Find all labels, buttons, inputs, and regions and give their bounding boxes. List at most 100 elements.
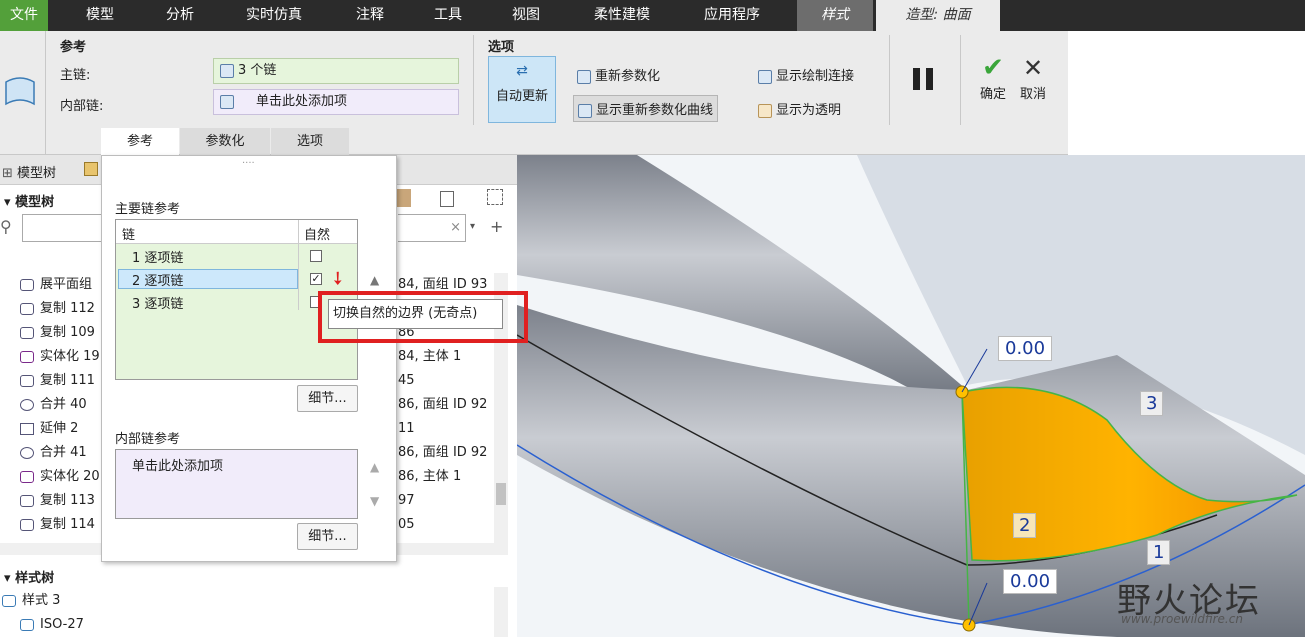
menu-flexible[interactable]: 柔性建模 xyxy=(580,0,664,31)
model-tree-tab-label: 模型树 xyxy=(17,166,57,181)
natural-checkbox-1[interactable] xyxy=(310,250,322,262)
tooltip: 切换自然的边界 (无奇点) xyxy=(328,299,503,329)
col-chain-header: 链 xyxy=(122,228,136,243)
show-draw-connect-label: 显示绘制连接 xyxy=(776,69,855,84)
tree-item[interactable]: 复制 113 xyxy=(0,489,95,513)
tree-item-detail: 84, 主体 1 xyxy=(398,349,462,364)
model-tree-tab[interactable]: ⊞ 模型树 xyxy=(2,162,56,181)
surface-feature-icon xyxy=(5,77,35,106)
menu-style[interactable]: 样式 xyxy=(797,0,873,31)
tree-icon: ⊞ xyxy=(2,166,18,181)
style-tree-scrollbar[interactable] xyxy=(494,587,508,637)
chain-row-1[interactable]: 1 逐项链 xyxy=(132,247,183,266)
menu-apps[interactable]: 应用程序 xyxy=(690,0,774,31)
tree-item[interactable]: 复制 111 xyxy=(0,369,95,393)
chain-label-1[interactable]: 1 xyxy=(1147,540,1171,565)
clear-icon[interactable]: × xyxy=(450,220,461,235)
tree-columns-icon[interactable] xyxy=(487,189,503,205)
tree-item[interactable]: 合并 41 xyxy=(0,441,87,465)
inner-chain-value: 单击此处添加项 xyxy=(256,94,348,109)
tree-item-detail: 11 xyxy=(398,421,415,436)
ok-button[interactable]: ✔ 确定 xyxy=(975,53,1011,108)
filter-icon[interactable]: ⚲ xyxy=(0,217,12,236)
style-tree-header-label: 样式树 xyxy=(15,571,55,586)
tree-item[interactable]: 复制 112 xyxy=(0,297,95,321)
show-reparam-curves-button[interactable]: 显示重新参数化曲线 xyxy=(573,95,719,122)
inner-chain-label: 内部链: xyxy=(60,99,104,114)
collapse-icon[interactable]: ▾ xyxy=(4,571,15,586)
menu-model[interactable]: 模型 xyxy=(70,0,130,31)
inner-chain-placeholder: 单击此处添加项 xyxy=(132,459,224,474)
inner-chain-collector-panel[interactable]: 单击此处添加项 xyxy=(115,449,358,519)
menu-analysis[interactable]: 分析 xyxy=(150,0,210,31)
dropdown-icon[interactable]: ▾ xyxy=(470,221,475,232)
tree-item-label: 复制 114 xyxy=(40,517,95,532)
tree-item-detail: 86, 面组 ID 92 xyxy=(398,445,488,460)
tree-item[interactable]: 展平面组 xyxy=(0,273,92,297)
tree-item-detail: 86, 主体 1 xyxy=(398,469,462,484)
tab-parameterization[interactable]: 参数化 xyxy=(180,128,270,155)
graphics-viewport[interactable]: 0.00 0.00 3 2 1 野火论坛 www.proewildfire.cn xyxy=(517,155,1305,637)
copy-icon xyxy=(20,374,34,387)
col-natural-header: 自然 xyxy=(304,228,331,243)
menu-simulation[interactable]: 实时仿真 xyxy=(234,0,314,31)
chain-label-2[interactable]: 2 xyxy=(1013,513,1037,538)
menu-surface-active-tab[interactable]: 造型: 曲面 xyxy=(876,0,1000,31)
natural-checkbox-2[interactable]: ✓ xyxy=(310,273,322,285)
reparam-icon xyxy=(577,69,591,84)
move-up-icon[interactable]: ▲ xyxy=(370,460,379,474)
folder-icon[interactable] xyxy=(84,162,98,176)
chain-row-3[interactable]: 3 逐项链 xyxy=(132,293,183,312)
move-down-icon[interactable]: ▼ xyxy=(370,494,379,508)
copy-icon xyxy=(20,302,34,315)
menu-file[interactable]: 文件 xyxy=(0,0,48,31)
chain-icon xyxy=(220,94,234,109)
show-draw-connect-button[interactable]: 显示绘制连接 xyxy=(758,65,854,84)
style-icon xyxy=(2,594,16,607)
reparam-button[interactable]: 重新参数化 xyxy=(577,65,660,84)
detail-button[interactable]: 细节... xyxy=(297,385,358,412)
tree-search-input[interactable] xyxy=(22,214,102,242)
move-up-icon[interactable]: ▲ xyxy=(370,273,379,287)
extend-icon xyxy=(20,422,34,435)
divider xyxy=(960,35,961,125)
tree-item[interactable]: 延伸 2 xyxy=(0,417,78,441)
cancel-button[interactable]: ✕ 取消 xyxy=(1015,53,1051,108)
inner-chain-collector[interactable]: 单击此处添加项 xyxy=(213,89,459,115)
add-icon[interactable]: + xyxy=(490,217,503,236)
auto-update-button[interactable]: ⇄ 自动更新 xyxy=(488,56,556,123)
reparam-label: 重新参数化 xyxy=(595,69,661,84)
menu-tools[interactable]: 工具 xyxy=(420,0,476,31)
show-transparent-button[interactable]: 显示为透明 xyxy=(758,99,841,118)
ok-label: 确定 xyxy=(979,87,1006,102)
style-tree-item[interactable]: 样式 3 xyxy=(0,589,60,613)
tab-options[interactable]: 选项 xyxy=(271,128,349,155)
menu-view[interactable]: 视图 xyxy=(498,0,554,31)
style-item-label: 样式 3 xyxy=(22,593,61,608)
tree-item[interactable]: 合并 40 xyxy=(0,393,87,417)
tangent-label-bottom[interactable]: 0.00 xyxy=(1003,569,1058,594)
chain-row-2[interactable]: 2 逐项链 xyxy=(132,270,183,289)
main-chain-collector[interactable]: 3 个链 xyxy=(213,58,459,84)
tree-item[interactable]: 实体化 20 xyxy=(0,465,100,489)
tree-item[interactable]: 复制 114 xyxy=(0,513,95,537)
tree-item[interactable]: 实体化 19 xyxy=(0,345,100,369)
merge-icon xyxy=(20,446,34,459)
drag-handle[interactable]: ···· xyxy=(242,158,255,169)
tree-item-label: 复制 111 xyxy=(40,373,95,388)
collapse-icon[interactable]: ▾ xyxy=(4,195,15,210)
divider xyxy=(889,35,890,125)
tab-references[interactable]: 参考 xyxy=(101,128,179,155)
tangent-label-top[interactable]: 0.00 xyxy=(998,336,1053,361)
style-tree-item[interactable]: ISO-27 xyxy=(0,613,84,637)
scrollbar-thumb[interactable] xyxy=(496,483,506,505)
show-reparam-curves-label: 显示重新参数化曲线 xyxy=(596,103,714,118)
tree-item[interactable]: 复制 109 xyxy=(0,321,95,345)
settings-list-icon[interactable] xyxy=(440,191,454,207)
detail-button-inner[interactable]: 细节... xyxy=(297,523,358,550)
pause-button[interactable] xyxy=(913,68,935,90)
tree-search-input-right[interactable]: × xyxy=(398,214,466,242)
menu-annotate[interactable]: 注释 xyxy=(340,0,400,31)
chain-label-3[interactable]: 3 xyxy=(1140,391,1164,416)
tools-icon[interactable] xyxy=(397,189,411,207)
